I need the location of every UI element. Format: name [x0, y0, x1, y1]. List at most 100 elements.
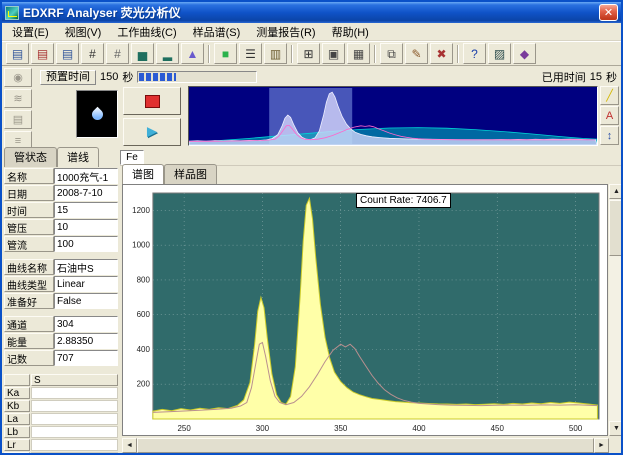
- line-label[interactable]: Kb: [4, 400, 30, 412]
- toolbar-separator: [291, 45, 293, 63]
- menu-measure-report[interactable]: 测量报告(R): [248, 22, 323, 42]
- line-label[interactable]: Lb: [4, 426, 30, 438]
- time-bar: 预置时间 150 秒 已用时间 15 秒: [40, 69, 617, 85]
- info-value: 10: [54, 219, 118, 235]
- area-view-button[interactable]: ▂: [156, 43, 179, 64]
- scroll-up-button[interactable]: ▲: [609, 184, 623, 199]
- scroll-left-button[interactable]: ◄: [122, 438, 137, 453]
- elapsed-time-label: 已用时间: [542, 69, 586, 85]
- list-view-button[interactable]: ☰: [239, 43, 262, 64]
- scroll-down-button[interactable]: ▼: [609, 421, 623, 436]
- left-tab-strip: 管状态 谱线: [4, 149, 118, 167]
- arrow-down-icon: ▼: [613, 425, 620, 432]
- spectral-lines-table: S Ka Kb La Lb Lr Leln: [4, 374, 118, 455]
- bar-view-button[interactable]: ▅: [131, 43, 154, 64]
- balance-icon: ▤: [13, 114, 23, 126]
- info-label: 管流: [4, 236, 54, 252]
- arrow-left-icon: ◄: [126, 442, 133, 449]
- marker-a-button[interactable]: A: [600, 106, 619, 125]
- edit-curve-button[interactable]: ✎: [405, 43, 428, 64]
- calculator-button[interactable]: ⊞: [297, 43, 320, 64]
- info-value: 2008-7-10: [54, 185, 118, 201]
- chart-horizontal-scrollbar[interactable]: ◄ ►: [122, 438, 609, 453]
- menu-bar: 设置(E) 视图(V) 工作曲线(C) 样品谱(S) 测量报告(R) 帮助(H): [2, 23, 621, 41]
- preset-time-value: 150: [100, 71, 118, 83]
- save-report-button[interactable]: ▦: [347, 43, 370, 64]
- close-button[interactable]: ✕: [599, 4, 618, 21]
- info-value: 1000充气-1: [54, 168, 118, 184]
- spectrum-chart[interactable]: 20040060080010001200250300350400450500 C…: [122, 184, 608, 436]
- stop-button[interactable]: [123, 87, 181, 115]
- menu-working-curve[interactable]: 工作曲线(C): [109, 22, 184, 42]
- delete-button[interactable]: ✖: [430, 43, 453, 64]
- arrow-up-icon: ▲: [613, 188, 620, 195]
- info-label: 管压: [4, 219, 54, 235]
- new-spectrum-icon: ▤: [62, 47, 73, 61]
- menu-view[interactable]: 视图(V): [57, 22, 110, 42]
- copy-button[interactable]: ⧉: [380, 43, 403, 64]
- print-button[interactable]: ▣: [322, 43, 345, 64]
- line-label[interactable]: La: [4, 413, 30, 425]
- line-label[interactable]: Lr: [4, 439, 30, 451]
- info-row: 记数707: [4, 350, 118, 366]
- menu-settings[interactable]: 设置(E): [4, 22, 57, 42]
- tab-sample-chart[interactable]: 样品图: [164, 164, 217, 184]
- axis-toggle-button[interactable]: ↕: [600, 126, 619, 145]
- preview-tools: ╱ A ↕: [600, 86, 620, 145]
- scale-curve-button[interactable]: ╱: [600, 86, 619, 105]
- info-row: 通道304: [4, 316, 118, 332]
- menu-sample-spectrum[interactable]: 样品谱(S): [185, 22, 249, 42]
- line-label[interactable]: Ka: [4, 387, 30, 399]
- open-spectrum-button[interactable]: ▤: [6, 43, 29, 64]
- info-row: 管流100: [4, 236, 118, 252]
- line-value: [31, 387, 118, 399]
- gauge-button[interactable]: ◉: [4, 68, 32, 87]
- info-row: 日期2008-7-10: [4, 185, 118, 201]
- grid-icon: #: [89, 47, 96, 61]
- tab-spectral-lines[interactable]: 谱线: [57, 147, 99, 167]
- calculator-icon: ⊞: [303, 47, 313, 61]
- info-label: 记数: [4, 350, 54, 366]
- grid-toggle-button[interactable]: #: [81, 43, 104, 64]
- printer-icon: ▣: [328, 47, 339, 61]
- axis-toggle-icon: ↕: [607, 130, 613, 142]
- area-chart-icon: ▂: [163, 47, 172, 61]
- new-spectrum-button[interactable]: ▤: [56, 43, 79, 64]
- scroll-right-button[interactable]: ►: [594, 438, 609, 453]
- info-panel: 名称1000充气-1 日期2008-7-10 时间15 管压10 管流100 曲…: [4, 168, 118, 455]
- peak-view-button[interactable]: ▲: [181, 43, 204, 64]
- info-label: 能量: [4, 333, 54, 349]
- line-value: [31, 413, 118, 425]
- menu-help[interactable]: 帮助(H): [324, 22, 377, 42]
- lines-header-element: S: [31, 374, 118, 386]
- save-spectrum-button[interactable]: ▤: [31, 43, 54, 64]
- raise-button[interactable]: ≋: [4, 89, 32, 108]
- arrow-right-icon: ►: [598, 442, 605, 449]
- list-icon: ☰: [245, 47, 256, 61]
- led-indicator-button[interactable]: ■: [214, 43, 237, 64]
- svg-text:600: 600: [137, 310, 151, 319]
- table-view-button[interactable]: ▥: [264, 43, 287, 64]
- spectrum-chart-svg: 20040060080010001200250300350400450500: [123, 185, 607, 435]
- balance-button[interactable]: ▤: [4, 110, 32, 129]
- context-help-button[interactable]: ?: [463, 43, 486, 64]
- info-value: 100: [54, 236, 118, 252]
- elapsed-time-unit: 秒: [606, 69, 617, 85]
- title-bar: EDXRF Analyser 荧光分析仪 ✕: [2, 2, 621, 23]
- delete-icon: ✖: [436, 47, 446, 61]
- exit-tool-button[interactable]: ◆: [513, 43, 536, 64]
- crosshair-button[interactable]: #: [106, 43, 129, 64]
- tab-tube-status[interactable]: 管状态: [4, 147, 57, 167]
- copy-icon: ⧉: [387, 47, 396, 61]
- horizontal-scroll-thumb[interactable]: [137, 438, 594, 453]
- start-button[interactable]: ►: [123, 118, 181, 146]
- info-value: False: [54, 293, 118, 309]
- table-icon: ▥: [270, 47, 281, 61]
- chart-info-button[interactable]: ▨: [488, 43, 511, 64]
- spectrum-preview[interactable]: [188, 86, 598, 146]
- chart-vertical-scrollbar[interactable]: ▲ ▼: [609, 184, 623, 436]
- tab-spectrum-chart[interactable]: 谱图: [122, 164, 164, 184]
- info-label: 名称: [4, 168, 54, 184]
- svg-text:300: 300: [256, 424, 270, 433]
- vertical-scroll-thumb[interactable]: [609, 200, 623, 256]
